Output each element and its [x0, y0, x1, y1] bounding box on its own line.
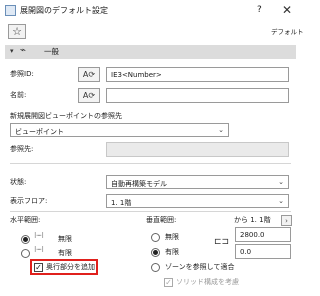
auto-name-icon: A⟳ — [82, 70, 96, 79]
vertical-range-label: 垂直範囲: — [146, 216, 177, 224]
horizontal-infinite-radio[interactable] — [21, 235, 30, 244]
ref-id-field[interactable]: IE3<Number> — [106, 67, 289, 82]
default-label: デフォルト — [271, 28, 304, 36]
vertical-floor-stepper[interactable]: › — [281, 215, 292, 226]
height-range-icon: ⊏⊐ — [214, 237, 230, 247]
chevron-down-icon: ⌄ — [278, 178, 284, 186]
solid-checkbox: ✓ — [164, 278, 173, 287]
chevron-down-icon: ⌄ — [218, 126, 224, 134]
vertical-zone-label: ゾーンを参照して適合 — [165, 263, 235, 271]
vertical-finite-label: 有限 — [165, 248, 179, 256]
depth-checkbox[interactable]: ✓ — [34, 263, 43, 272]
vertical-finite-radio[interactable] — [151, 248, 160, 257]
finite-range-icon: ⁝┈⁝ — [34, 245, 44, 254]
vertical-top-field[interactable]: 2800.0 — [235, 227, 291, 242]
favorites-button[interactable]: ☆ — [8, 24, 26, 39]
collapse-chevron-icon[interactable]: ▾ — [10, 48, 14, 55]
horizontal-range-label: 水平範囲: — [10, 216, 41, 224]
vertical-zone-radio[interactable] — [151, 263, 160, 272]
ref-dest-label: 参照先: — [10, 145, 34, 153]
solid-checkbox-label: ソリッド構成を考慮 — [176, 278, 239, 286]
display-floor-label: 表示フロア: — [10, 197, 48, 205]
name-label: 名前: — [10, 91, 27, 99]
depth-checkbox-label: 奥行部分を追加 — [46, 263, 95, 271]
help-button[interactable]: ? — [257, 6, 262, 15]
display-floor-dropdown[interactable]: 1. 1階 ⌄ — [106, 194, 289, 208]
ref-id-label: 参照ID: — [10, 70, 34, 78]
divider — [10, 163, 291, 164]
display-floor-selected: 1. 1階 — [111, 199, 132, 207]
status-selected: 自動再構築モデル — [111, 180, 167, 188]
ref-id-auto-button[interactable]: A⟳ — [78, 67, 100, 82]
viewpoint-label: 新規展開図ビューポイントの参照先 — [10, 112, 122, 120]
section-label: 一般 — [44, 47, 59, 56]
horizontal-infinite-label: 無限 — [58, 235, 72, 243]
name-auto-button[interactable]: A⟳ — [78, 88, 100, 103]
vertical-infinite-radio[interactable] — [151, 233, 160, 242]
vertical-from-label: から 1. 1階 — [234, 216, 271, 224]
infinite-range-icon: ⁝┈⁝ — [34, 231, 44, 240]
vertical-bottom-field[interactable]: 0.0 — [235, 244, 291, 259]
status-dropdown[interactable]: 自動再構築モデル ⌄ — [106, 175, 289, 189]
window-title: 展開図のデフォルト設定 — [20, 6, 108, 15]
horizontal-finite-label: 有限 — [58, 249, 72, 257]
auto-name-icon: A⟳ — [82, 91, 96, 100]
vertical-infinite-label: 無限 — [165, 233, 179, 241]
chevron-down-icon: ⌄ — [278, 197, 284, 205]
general-settings-icon: ⌁ — [20, 45, 27, 56]
name-field[interactable] — [106, 88, 289, 103]
ref-dest-field — [106, 142, 289, 157]
star-icon: ☆ — [12, 25, 22, 38]
viewpoint-selected: ビューポイント — [15, 128, 64, 136]
close-button[interactable]: ✕ — [282, 4, 292, 16]
app-icon — [5, 5, 16, 16]
divider — [10, 211, 291, 212]
viewpoint-dropdown[interactable]: ビューポイント ⌄ — [10, 123, 229, 137]
status-label: 状態: — [10, 178, 27, 186]
horizontal-finite-radio[interactable] — [21, 249, 30, 258]
